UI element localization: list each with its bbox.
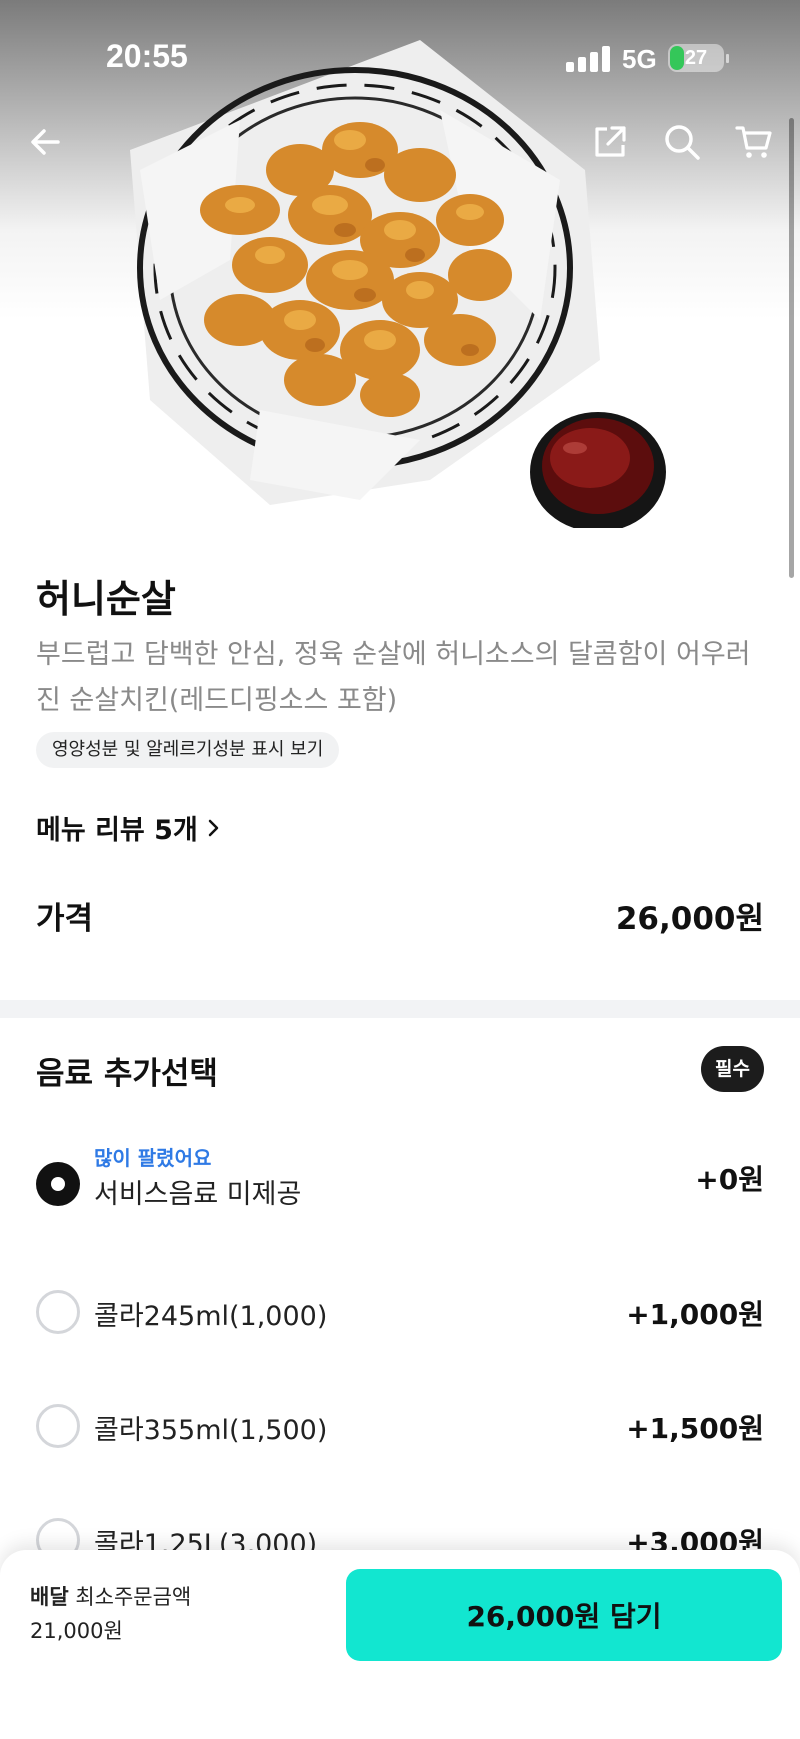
battery-icon: 27 [668,44,724,72]
price-label: 가격 [36,901,94,937]
delivery-label: 배달 [30,1585,69,1609]
share-button[interactable] [586,118,634,166]
section-divider [0,1000,800,1018]
search-icon [665,125,700,160]
popular-tag: 많이 팔렸어요 [94,1146,212,1170]
search-button[interactable] [658,118,706,166]
option-item[interactable]: 많이 팔렸어요 서비스음료 미제공 +0원 [36,1146,764,1232]
menu-description: 부드럽고 담백한 안심, 정육 순살에 허니소스의 달콤함이 어우러진 순살치킨… [36,639,751,716]
price-row: 가격 26,000원 [36,893,764,943]
min-order-label: 최소주문금액 [75,1585,192,1609]
price-value: 26,000원 [615,901,764,937]
review-link-label: 메뉴 리뷰 5개 [36,815,198,846]
menu-detail-page: 20:55 5G 27 허니순살 부드럽고 담백한 안심, 정육 순살에 허니소… [0,0,800,1739]
option-price: +0원 [695,1163,764,1196]
cart-icon [735,126,772,158]
radio-button[interactable] [36,1404,80,1448]
hero-section: 20:55 5G 27 [0,0,800,528]
battery-cap [726,54,729,63]
required-badge: 필수 [701,1046,764,1092]
min-order-info: 배달 최소주문금액 21,000원 [30,1580,191,1648]
chevron-right-icon [208,819,219,836]
menu-review-link[interactable]: 메뉴 리뷰 5개 [36,808,222,847]
network-type: 5G [622,44,657,74]
back-button[interactable] [22,118,70,166]
radio-button[interactable] [36,1290,80,1334]
min-order-value: 21,000원 [30,1619,123,1643]
nutrition-info-link[interactable]: 영양성분 및 알레르기성분 표시 보기 [36,732,340,768]
option-price: +1,500원 [626,1412,764,1445]
back-arrow-icon [31,129,60,155]
status-bar: 20:55 5G 27 [0,0,800,110]
option-label: 콜라355ml(1,500) [94,1415,328,1446]
signal-icon [566,46,610,72]
share-icon [595,126,626,157]
option-item[interactable]: 콜라245ml(1,000) +1,000원 [36,1290,764,1370]
radio-button[interactable] [36,1162,80,1206]
option-group-header: 음료 추가선택 필수 [36,1046,764,1094]
option-price: +1,000원 [626,1298,764,1331]
option-label: 콜라245ml(1,000) [94,1301,328,1332]
add-to-cart-button[interactable]: 26,000원 담기 [346,1569,782,1661]
option-label: 서비스음료 미제공 [94,1179,302,1210]
bottom-order-bar: 배달 최소주문금액 21,000원 26,000원 담기 [0,1550,800,1739]
option-group-title: 음료 추가선택 [36,1056,218,1092]
menu-title: 허니순살 [36,577,176,621]
battery-percent: 27 [684,47,708,69]
status-time: 20:55 [106,38,188,74]
cart-button[interactable] [730,118,778,166]
scrollbar[interactable] [789,118,794,578]
option-item[interactable]: 콜라355ml(1,500) +1,500원 [36,1404,764,1484]
